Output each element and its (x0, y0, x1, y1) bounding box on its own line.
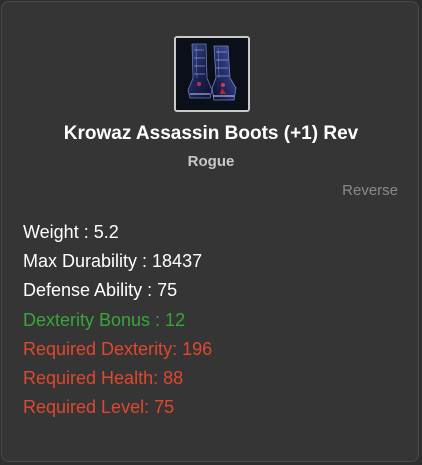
stat-required-health: Required Health: 88 (23, 368, 184, 389)
stat-weight: Weight : 5.2 (23, 222, 119, 242)
stat-max-durability: Max Durability : 18437 (23, 251, 203, 272)
item-class: Rogue (187, 153, 235, 170)
stat-list: Weight : 5.2 Max Durability : 18437 Defe… (23, 218, 212, 422)
item-tag: Reverse (342, 182, 398, 199)
item-tooltip: Krowaz Assassin Boots (+1) Rev Rogue Rev… (1, 1, 419, 462)
stat-required-dexterity: Required Dexterity: 196 (23, 338, 213, 359)
stat-required-level: Required Level: 75 (23, 397, 175, 418)
stat-dexterity-bonus: Dexterity Bonus : 12 (23, 309, 186, 330)
assassin-boots-icon (174, 36, 250, 112)
stat-defense-ability: Defense Ability : 75 (23, 280, 178, 301)
item-name: Krowaz Assassin Boots (+1) Rev (63, 123, 359, 144)
